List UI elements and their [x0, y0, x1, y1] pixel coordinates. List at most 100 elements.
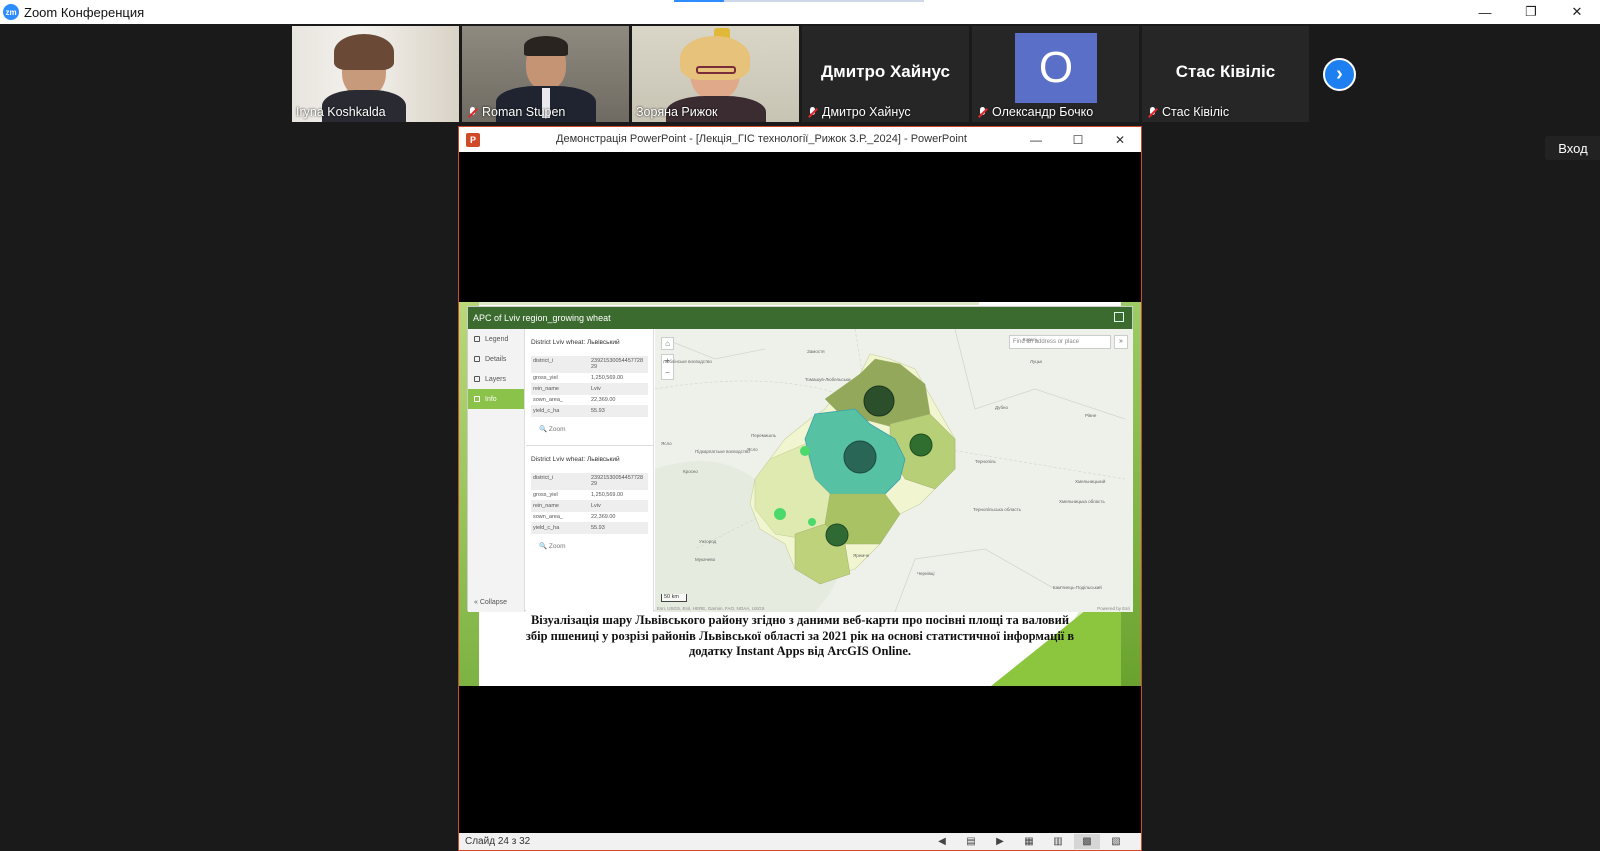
scale-bar: 50 km: [661, 594, 687, 602]
table-row: gross_yiel 1,250,569.00: [531, 490, 648, 501]
exit-button[interactable]: Вход: [1545, 136, 1600, 160]
participant-tile-active[interactable]: Зоряна Рижок: [632, 26, 799, 122]
participant-name: Iryna Koshkalda: [296, 105, 386, 119]
muted-mic-icon: [806, 106, 819, 119]
participant-display-name: Стас Ківіліс: [1175, 62, 1276, 81]
participant-tile[interactable]: О Олександр Бочко: [972, 26, 1139, 122]
map-label: Тернопіль: [975, 459, 996, 464]
participant-name: Дмитро Хайнус: [806, 105, 911, 119]
slide-caption: Візуалізація шару Львівського району згі…: [525, 613, 1075, 658]
info-card: District Lviv wheat: Львівський district…: [526, 329, 653, 433]
participant-strip: Iryna Koshkalda Roman Stupen Зоряна Рижо…: [292, 26, 1309, 122]
muted-mic-icon: [976, 106, 989, 119]
share-icon[interactable]: [1114, 312, 1124, 322]
ppt-minimize-button[interactable]: —: [1015, 127, 1057, 152]
table-row: yield_c_ha 55.93: [531, 406, 648, 417]
table-row: rein_name Lviv: [531, 501, 648, 512]
muted-mic-icon: [466, 106, 479, 119]
ppt-maximize-button[interactable]: ☐: [1057, 127, 1099, 152]
window-controls: — ❐ ✕: [1462, 0, 1600, 24]
participant-name: Зоряна Рижок: [636, 105, 718, 119]
restore-button[interactable]: ❐: [1508, 0, 1554, 24]
participant-name: Стас Ківіліс: [1146, 105, 1229, 119]
chevron-right-icon[interactable]: ›: [1323, 58, 1356, 91]
sorter-view-icon[interactable]: ▥: [1045, 834, 1071, 849]
table-row: sown_area_ 22,369.00: [531, 395, 648, 406]
slide-menu-icon[interactable]: ▤: [958, 834, 984, 849]
table-row: gross_yiel 1,250,569.00: [531, 373, 648, 384]
participant-tile[interactable]: Стас Ківіліс Стас Ківіліс: [1142, 26, 1309, 122]
map-label: Хмельницький: [1075, 479, 1106, 484]
table-row: district_i 2392153005445772829: [531, 356, 648, 373]
ppt-statusbar: Слайд 24 з 32 ◀ ▤ ▶ ▦ ▥ ▩ ▧: [459, 833, 1141, 850]
minimize-button[interactable]: —: [1462, 0, 1508, 24]
slide-decoration: [479, 302, 979, 305]
map-label: Кам'янець-Подільський: [1053, 585, 1102, 590]
table-row: district_i 2392153005445772829: [531, 473, 648, 490]
close-button[interactable]: ✕: [1554, 0, 1600, 24]
map-label: Рівне: [1085, 413, 1097, 418]
powerpoint-icon: P: [466, 132, 480, 147]
ppt-close-button[interactable]: ✕: [1099, 127, 1141, 152]
participant-avatar: О: [1015, 33, 1097, 103]
map-label: Ясло: [661, 441, 672, 446]
collapse-button[interactable]: « Collapse: [474, 599, 507, 606]
zoom-titlebar: zm Zoom Конференция — ❐ ✕: [0, 0, 1600, 24]
webapp-nav: Legend Details Layers Info « Collapse: [468, 329, 525, 612]
map-canvas: [655, 329, 1126, 612]
info-panel: District Lviv wheat: Львівський district…: [526, 329, 654, 612]
layers-icon: [474, 376, 480, 382]
powered-by-esri: Powered by Esri: [1097, 606, 1130, 611]
participant-name: Roman Stupen: [466, 105, 565, 119]
legend-icon: [474, 336, 480, 342]
zoom-link[interactable]: 🔍 Zoom: [539, 542, 648, 550]
participant-tile[interactable]: Roman Stupen: [462, 26, 629, 122]
muted-mic-icon: [1146, 106, 1159, 119]
map-label: Ужгород: [699, 539, 717, 544]
ppt-titlebar: P Демонстрація PowerPoint - [Лекція_ГІС …: [459, 127, 1141, 152]
map-label: Мукачево: [695, 557, 716, 562]
map-label: Яремче: [853, 553, 870, 558]
nav-layers[interactable]: Layers: [468, 369, 524, 389]
nav-info[interactable]: Info: [468, 389, 524, 409]
home-icon[interactable]: ⌂: [661, 337, 674, 350]
table-row: sown_area_ 22,369.00: [531, 512, 648, 523]
ppt-title: Демонстрація PowerPoint - [Лекція_ГІС те…: [556, 133, 967, 145]
map-label: Чернівці: [917, 571, 935, 576]
participant-tile[interactable]: Дмитро Хайнус Дмитро Хайнус: [802, 26, 969, 122]
expand-icon[interactable]: »: [1114, 335, 1128, 349]
slide: APC of Lviv region_growing wheat Legend …: [459, 302, 1141, 686]
map-label: Луцьк: [1030, 359, 1043, 364]
map-label: Дубно: [995, 405, 1009, 410]
details-icon: [474, 356, 480, 362]
participant-tile[interactable]: Iryna Koshkalda: [292, 26, 459, 122]
map-label: Люблінське воєводство: [663, 359, 712, 364]
webapp-header: APC of Lviv region_growing wheat: [468, 307, 1132, 329]
zoom-logo-icon: zm: [3, 4, 19, 20]
nav-details[interactable]: Details: [468, 349, 524, 369]
webapp-title: APC of Lviv region_growing wheat: [473, 313, 611, 323]
slideshow-view-icon[interactable]: ▧: [1103, 834, 1129, 849]
app-title: Zoom Конференция: [24, 4, 145, 20]
powerpoint-window: P Демонстрація PowerPoint - [Лекція_ГІС …: [458, 126, 1142, 851]
map-label: Кросно: [683, 469, 698, 474]
map-label: Ковель: [1023, 337, 1038, 342]
web-map[interactable]: ⌂ + − Find an address or place » Замостя …: [655, 329, 1133, 612]
previous-slide-icon[interactable]: ◀: [929, 834, 955, 849]
participant-name: Олександр Бочко: [976, 105, 1093, 119]
map-label: Тернопільська область: [973, 507, 1021, 512]
nav-legend[interactable]: Legend: [468, 329, 524, 349]
zoom-link[interactable]: 🔍 Zoom: [539, 425, 648, 433]
attribute-table: district_i 2392153005445772829 gross_yiel…: [531, 473, 648, 534]
table-row: rein_name Lviv: [531, 384, 648, 395]
map-label: Хмельницька область: [1059, 499, 1105, 504]
map-label: Перемишль: [751, 433, 776, 438]
map-attribution: Esri, USGS, Esri, HERE, Garmin, FAO, NOA…: [657, 606, 765, 611]
ppt-window-controls: — ☐ ✕: [1015, 127, 1141, 152]
normal-view-icon[interactable]: ▦: [1016, 834, 1042, 849]
reading-view-icon[interactable]: ▩: [1074, 834, 1100, 849]
info-card-title: District Lviv wheat: Львівський: [531, 456, 620, 463]
map-label: Підкарпатське воєводство: [695, 449, 750, 454]
zoom-controls[interactable]: + −: [661, 354, 674, 380]
next-slide-icon[interactable]: ▶: [987, 834, 1013, 849]
